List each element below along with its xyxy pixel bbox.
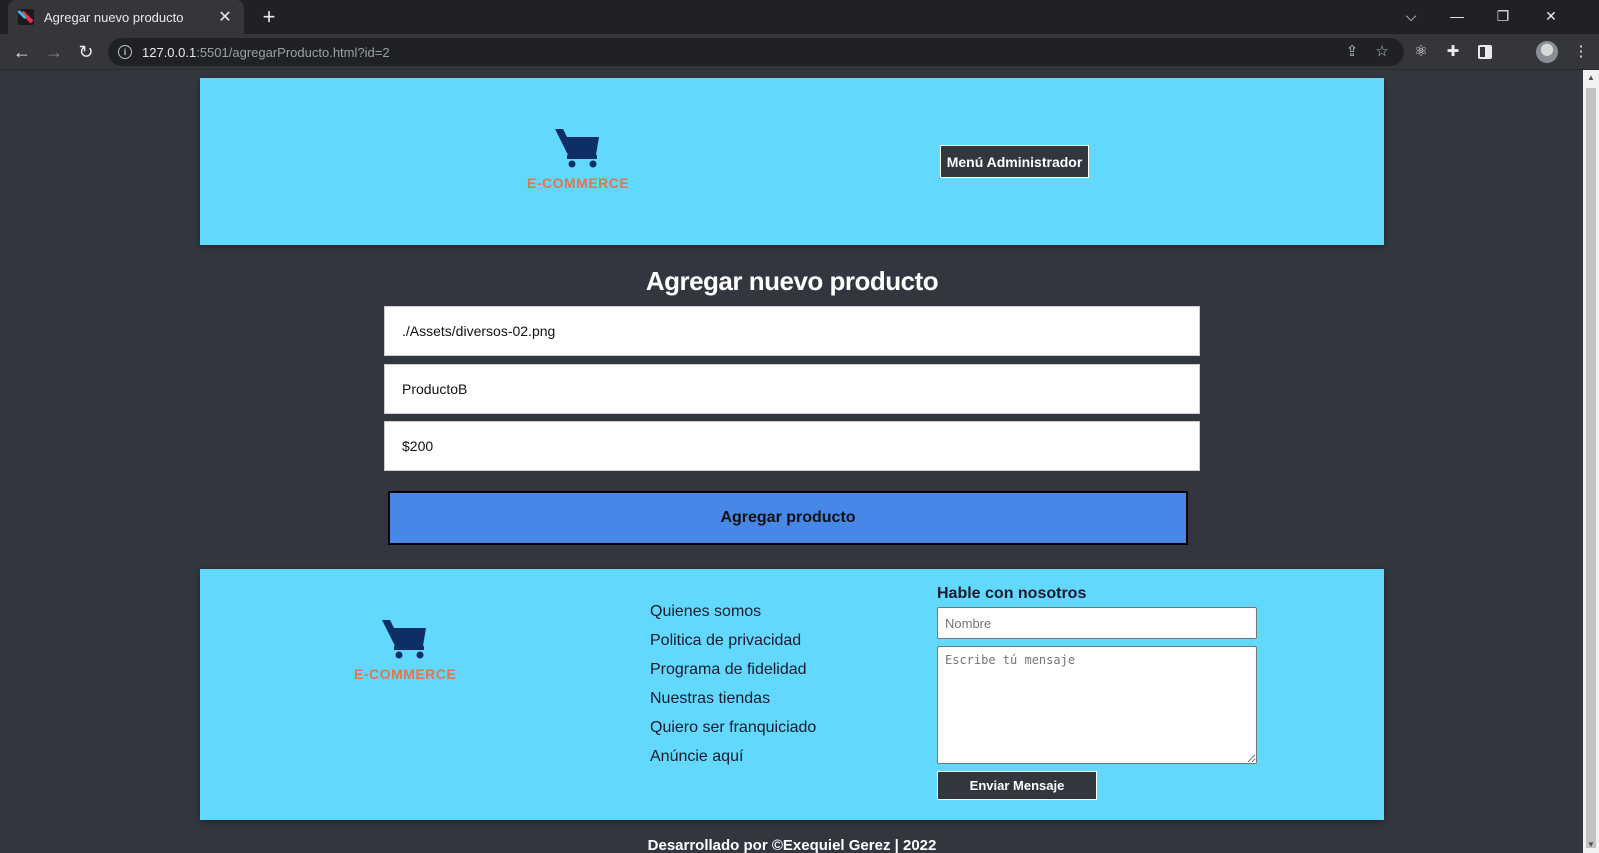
close-window-icon[interactable]: ✕: [1528, 0, 1574, 32]
page-scrollbar[interactable]: ▲ ▼: [1583, 70, 1599, 853]
url-host: 127.0.0.1: [142, 44, 197, 60]
browser-tab[interactable]: Agregar nuevo producto ✕: [8, 0, 244, 34]
minimize-icon[interactable]: —: [1434, 0, 1480, 32]
footer-logo[interactable]: E-COMMERCE: [354, 617, 456, 682]
forward-icon[interactable]: →: [40, 38, 68, 66]
restore-icon[interactable]: ❐: [1480, 0, 1526, 32]
contact-message-textarea[interactable]: [937, 646, 1257, 764]
contact-name-input[interactable]: [937, 607, 1257, 639]
product-name-input[interactable]: [384, 364, 1200, 414]
share-icon[interactable]: ⇪: [1342, 42, 1362, 60]
scroll-thumb[interactable]: [1586, 88, 1596, 848]
footer-credits: Desarrollado por ©Exequiel Gerez | 2022: [647, 837, 937, 853]
bookmark-star-icon[interactable]: ☆: [1372, 42, 1392, 60]
back-icon[interactable]: ←: [8, 38, 36, 66]
side-panel-icon[interactable]: [1478, 45, 1492, 59]
footer-link-fidelidad[interactable]: Programa de fidelidad: [650, 661, 816, 690]
reload-icon[interactable]: ↻: [72, 38, 100, 66]
react-devtools-icon[interactable]: ⚛: [1410, 41, 1432, 63]
tab-search-icon[interactable]: ⌵: [1388, 0, 1434, 32]
new-tab-icon[interactable]: +: [256, 4, 282, 30]
footer-links: Quienes somos Politica de privacidad Pro…: [650, 603, 816, 777]
footer-link-franquiciado[interactable]: Quiero ser franquiciado: [650, 719, 816, 748]
shopping-cart-icon: [555, 129, 600, 168]
send-message-button[interactable]: Enviar Mensaje: [937, 771, 1097, 800]
url-text: 127.0.0.1:5501/agregarProducto.html?id=2: [142, 45, 390, 60]
site-header: E-COMMERCE Menú Administrador: [200, 78, 1384, 245]
address-bar[interactable]: i 127.0.0.1:5501/agregarProducto.html?id…: [108, 38, 1404, 66]
site-info-icon[interactable]: i: [118, 45, 132, 59]
scroll-up-icon[interactable]: ▲: [1583, 70, 1599, 86]
logo-text: E-COMMERCE: [527, 175, 630, 191]
profile-avatar[interactable]: [1536, 41, 1558, 63]
logo-text: E-COMMERCE: [354, 666, 457, 682]
product-price-input[interactable]: [384, 421, 1200, 471]
url-path: :5501/agregarProducto.html?id=2: [196, 44, 390, 60]
admin-menu-button[interactable]: Menú Administrador: [940, 145, 1089, 178]
shopping-cart-icon: [382, 620, 427, 659]
image-url-input[interactable]: [384, 306, 1200, 356]
footer-link-privacidad[interactable]: Politica de privacidad: [650, 632, 816, 661]
page-title: Agregar nuevo producto: [645, 266, 939, 296]
add-product-button[interactable]: Agregar producto: [388, 491, 1188, 545]
extensions-puzzle-icon[interactable]: ✚: [1442, 41, 1464, 63]
tab-strip: Agregar nuevo producto ✕ + ⌵ — ❐ ✕: [0, 0, 1599, 34]
browser-toolbar: ← → ↻ i 127.0.0.1:5501/agregarProducto.h…: [0, 34, 1599, 70]
page-viewport: E-COMMERCE Menú Administrador Agregar nu…: [0, 70, 1599, 853]
footer-link-tiendas[interactable]: Nuestras tiendas: [650, 690, 816, 719]
site-footer: E-COMMERCE Quienes somos Politica de pri…: [200, 569, 1384, 820]
tab-title: Agregar nuevo producto: [44, 9, 184, 25]
header-logo[interactable]: E-COMMERCE: [527, 126, 629, 191]
browser-menu-icon[interactable]: ⋮: [1570, 41, 1592, 63]
scroll-down-icon[interactable]: ▼: [1583, 837, 1599, 853]
contact-title: Hable con nosotros: [937, 585, 1087, 602]
footer-link-quienes-somos[interactable]: Quienes somos: [650, 603, 816, 632]
footer-link-anuncie[interactable]: Anúncie aquí: [650, 748, 816, 777]
close-tab-icon[interactable]: ✕: [216, 7, 234, 27]
site-favicon-icon: [18, 9, 34, 25]
